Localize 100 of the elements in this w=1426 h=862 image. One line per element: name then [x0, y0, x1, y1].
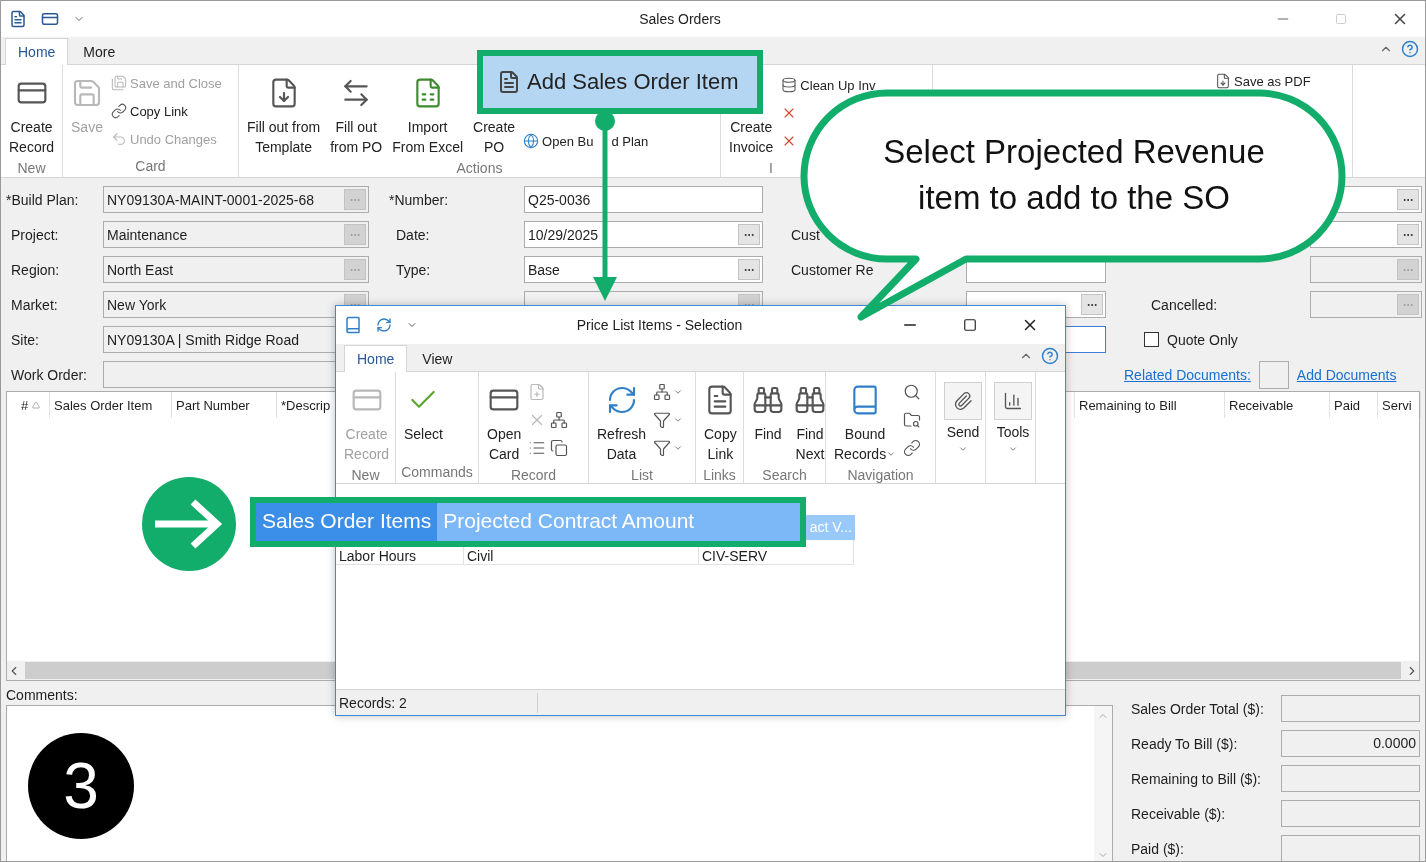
database-icon — [781, 77, 798, 93]
total-label: Ready To Bill ($): — [1131, 735, 1239, 752]
ribbon-button[interactable]: Send — [940, 376, 986, 481]
ribbon-button[interactable]: Copy Link — [109, 99, 190, 123]
folder-search-icon — [903, 411, 922, 429]
document-arrow-icon — [1215, 73, 1231, 89]
total-field: 0.0000 — [1281, 730, 1420, 757]
lookup-button[interactable] — [1397, 189, 1419, 210]
ribbon-button[interactable]: Create Record — [5, 69, 59, 159]
undo-icon — [111, 131, 127, 147]
app-icon[interactable] — [9, 10, 27, 28]
callout-label: Add Sales Order Item — [527, 69, 739, 95]
ribbon-tab[interactable]: Home — [344, 345, 408, 372]
field-label: Site: — [10, 331, 40, 348]
ribbon-button[interactable]: Save as PDF — [1213, 69, 1313, 93]
group-label: Navigation — [846, 466, 915, 483]
field-label: Cancelled: — [1150, 296, 1219, 313]
dialog-title: Price List Items - Selection — [575, 317, 744, 333]
table-cell-text: act V... — [808, 518, 853, 537]
field-label: *Number: — [389, 191, 450, 208]
ribbon-button[interactable]: Open Card — [483, 376, 526, 466]
group-label: List — [630, 466, 654, 483]
column-header[interactable]: Part Number — [172, 392, 277, 418]
callout-cell: Projected Contract Amount — [437, 503, 800, 541]
field-label: Date: — [395, 226, 431, 243]
input-field[interactable]: Base — [524, 256, 763, 283]
ribbon-button[interactable]: Find Next — [790, 376, 830, 466]
group-label: I — [768, 159, 774, 177]
callout-cell: Sales Order Items — [256, 503, 438, 541]
ribbon-tab[interactable]: Home — [5, 38, 69, 65]
column-header[interactable]: Paid — [1330, 392, 1378, 418]
field-label: Market: — [10, 296, 59, 313]
total-label: Receivable ($): — [1131, 805, 1227, 822]
group-label: Search — [761, 466, 808, 483]
column-header[interactable]: Receivable — [1225, 392, 1330, 418]
ribbon-button[interactable]: Create PO — [469, 69, 520, 159]
group-label: New — [16, 159, 47, 177]
ribbon-button[interactable]: Bound Records — [830, 376, 901, 466]
ribbon-button[interactable]: Open Bu d Plan — [521, 129, 651, 153]
input-field[interactable]: 10/29/2025 — [524, 221, 763, 248]
help-icon[interactable] — [1041, 347, 1059, 365]
ribbon-tab[interactable]: More — [70, 38, 129, 65]
book-icon[interactable] — [344, 316, 362, 334]
ribbon-button[interactable]: Select — [400, 376, 447, 463]
group-label: Commands — [400, 463, 474, 481]
total-label: Sales Order Total ($): — [1131, 700, 1265, 717]
input-field[interactable]: Q25-0036 — [524, 186, 763, 213]
field-label: *Build Plan: — [6, 191, 80, 208]
comments-label: Comments: — [6, 687, 78, 703]
help-icon[interactable] — [1401, 40, 1419, 58]
column-header[interactable]: # — [17, 392, 50, 418]
save-icon — [111, 75, 127, 91]
filter-icon — [653, 439, 672, 457]
card-icon[interactable] — [41, 10, 59, 28]
window-title: Sales Orders — [638, 11, 722, 27]
ribbon-button[interactable]: Fill out from PO — [326, 69, 387, 159]
ribbon-button[interactable]: Fill out from Template — [243, 69, 325, 159]
windows-icon — [550, 439, 569, 457]
ribbon-button[interactable]: Refresh Data — [593, 376, 651, 466]
ribbon-button[interactable]: Copy Link — [700, 376, 741, 466]
group-label: Record — [509, 466, 558, 483]
checkbox-label: Quote Only — [1167, 331, 1238, 348]
checkbox[interactable] — [1144, 332, 1159, 347]
total-label: Paid ($): — [1131, 840, 1185, 857]
group-label: Links — [702, 466, 737, 483]
sort-icon — [32, 401, 41, 409]
field-label: Work Order: — [10, 366, 88, 383]
lookup-button[interactable] — [738, 259, 760, 280]
callout-text: Select Projected Revenue item to add to the SO — [882, 132, 1266, 218]
ribbon-button[interactable]: Clean Up Inv — [779, 73, 878, 97]
group-label: Actions — [455, 159, 504, 177]
ribbon-button[interactable]: Find — [748, 376, 788, 466]
total-label: Remaining to Bill ($): — [1131, 770, 1262, 787]
lookup-button[interactable] — [1397, 224, 1419, 245]
link[interactable]: Related Documents: — [1124, 366, 1251, 383]
column-header[interactable]: Servi — [1378, 392, 1421, 418]
lookup-button[interactable] — [738, 224, 760, 245]
caret-icon — [673, 415, 684, 425]
hierarchy-icon — [653, 383, 672, 401]
caret-icon — [673, 443, 684, 453]
binoculars-icon — [794, 384, 826, 416]
save-icon — [71, 77, 103, 109]
column-header[interactable]: Remaining to Bill — [1075, 392, 1225, 418]
column-header[interactable]: Sales Order Item — [50, 392, 172, 418]
caret-icon — [673, 387, 684, 397]
ribbon-tab[interactable]: View — [409, 345, 466, 372]
link[interactable]: Add Documents — [1296, 366, 1397, 383]
document-plus-icon — [528, 383, 547, 401]
maximize-icon[interactable] — [963, 318, 977, 332]
refresh-icon[interactable] — [376, 317, 392, 333]
lookup-button[interactable] — [1081, 294, 1103, 315]
field-label: Project: — [10, 226, 60, 243]
field-label: Type: — [395, 261, 432, 278]
ribbon-button[interactable]: Import From Excel — [388, 69, 468, 159]
ribbon-button[interactable]: Tools — [990, 376, 1036, 481]
filter-icon — [653, 411, 672, 429]
field-label: Region: — [10, 261, 61, 278]
status-text: Records: 2 — [336, 692, 538, 713]
document-slot — [1258, 360, 1289, 389]
binoculars-icon — [752, 384, 784, 416]
